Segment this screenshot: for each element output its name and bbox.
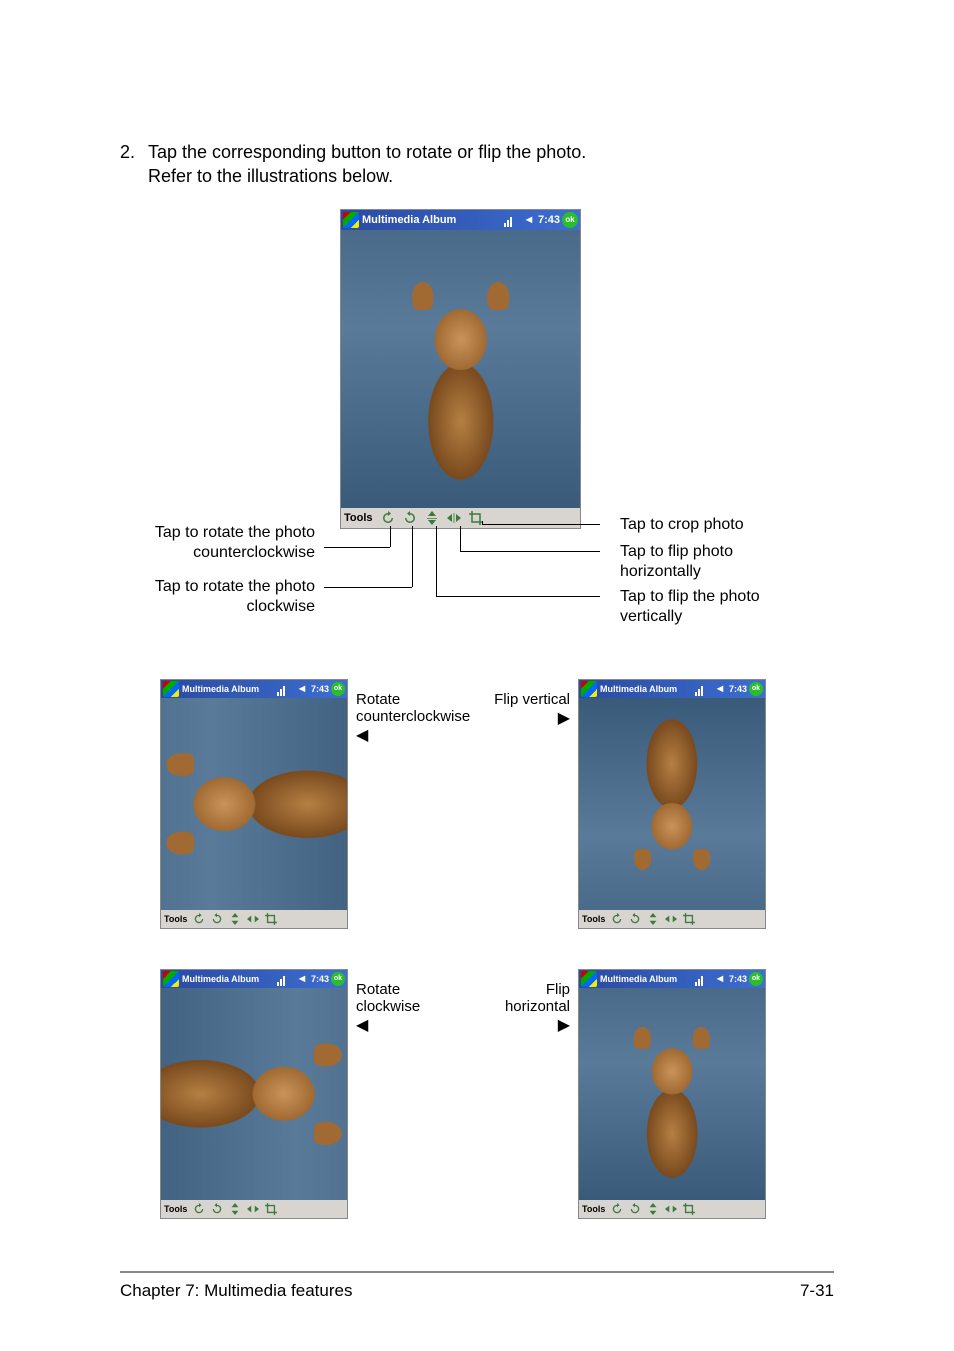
- arrow-right-icon: ▶: [558, 1017, 570, 1034]
- label-flip-v: Tap to flip the photovertically: [620, 587, 840, 629]
- result-label-ccw: Rotate counterclockwise ◀: [356, 679, 470, 745]
- step-number: 2.: [120, 140, 148, 189]
- rotate-ccw-icon[interactable]: [381, 511, 395, 525]
- start-flag-icon: [343, 212, 359, 228]
- clock-text: 7:43: [538, 214, 560, 226]
- result-label-cw: Rotate clockwise ◀: [356, 969, 420, 1035]
- tools-menu[interactable]: Tools: [344, 512, 373, 524]
- result-rotate-cw: Multimedia Album◄7:43ok Tools: [160, 969, 348, 1219]
- ok-icon: ok: [562, 212, 578, 228]
- photo-view: [341, 230, 580, 508]
- result-rotate-ccw: Multimedia Album◄7:43ok Tools: [160, 679, 348, 929]
- chapter-label: Chapter 7: Multimedia features: [120, 1281, 352, 1301]
- main-screenshot: Multimedia Album ◄ 7:43 ok Tools: [340, 209, 581, 529]
- label-crop: Tap to crop photo: [620, 515, 840, 536]
- arrow-left-icon: ◀: [356, 1017, 368, 1034]
- result-label-flip-h: Flip horizontal ▶: [470, 969, 570, 1035]
- result-flip-horizontal: Multimedia Album◄7:43ok Tools: [578, 969, 766, 1219]
- results-grid: Multimedia Album◄7:43ok Tools Rotate cou…: [120, 679, 834, 1259]
- flip-horizontal-icon[interactable]: [447, 511, 461, 525]
- title-bar: Multimedia Album ◄ 7:43 ok: [341, 210, 580, 230]
- signal-icon: [504, 213, 518, 227]
- label-flip-h: Tap to flip photohorizontally: [620, 542, 840, 584]
- page-footer: Chapter 7: Multimedia features 7-31: [120, 1271, 834, 1301]
- toolbar: Tools: [341, 508, 580, 528]
- sound-icon: ◄: [522, 213, 536, 227]
- rotate-cw-icon[interactable]: [403, 511, 417, 525]
- main-diagram: Multimedia Album ◄ 7:43 ok Tools Tap to: [120, 209, 834, 669]
- app-title: Multimedia Album: [362, 214, 456, 226]
- label-rotate-cw: Tap to rotate the photoclockwise: [40, 577, 315, 619]
- page-number: 7-31: [800, 1281, 834, 1301]
- arrow-left-icon: ◀: [356, 727, 368, 744]
- flip-vertical-icon[interactable]: [425, 511, 439, 525]
- crop-icon[interactable]: [469, 511, 483, 525]
- result-flip-vertical: Multimedia Album◄7:43ok Tools: [578, 679, 766, 929]
- result-label-flip-v: Flip vertical ▶: [470, 679, 570, 728]
- arrow-right-icon: ▶: [558, 710, 570, 727]
- instruction-step: 2. Tap the corresponding button to rotat…: [120, 140, 834, 189]
- step-text: Tap the corresponding button to rotate o…: [148, 140, 834, 189]
- label-rotate-ccw: Tap to rotate the photocounterclockwise: [40, 523, 315, 565]
